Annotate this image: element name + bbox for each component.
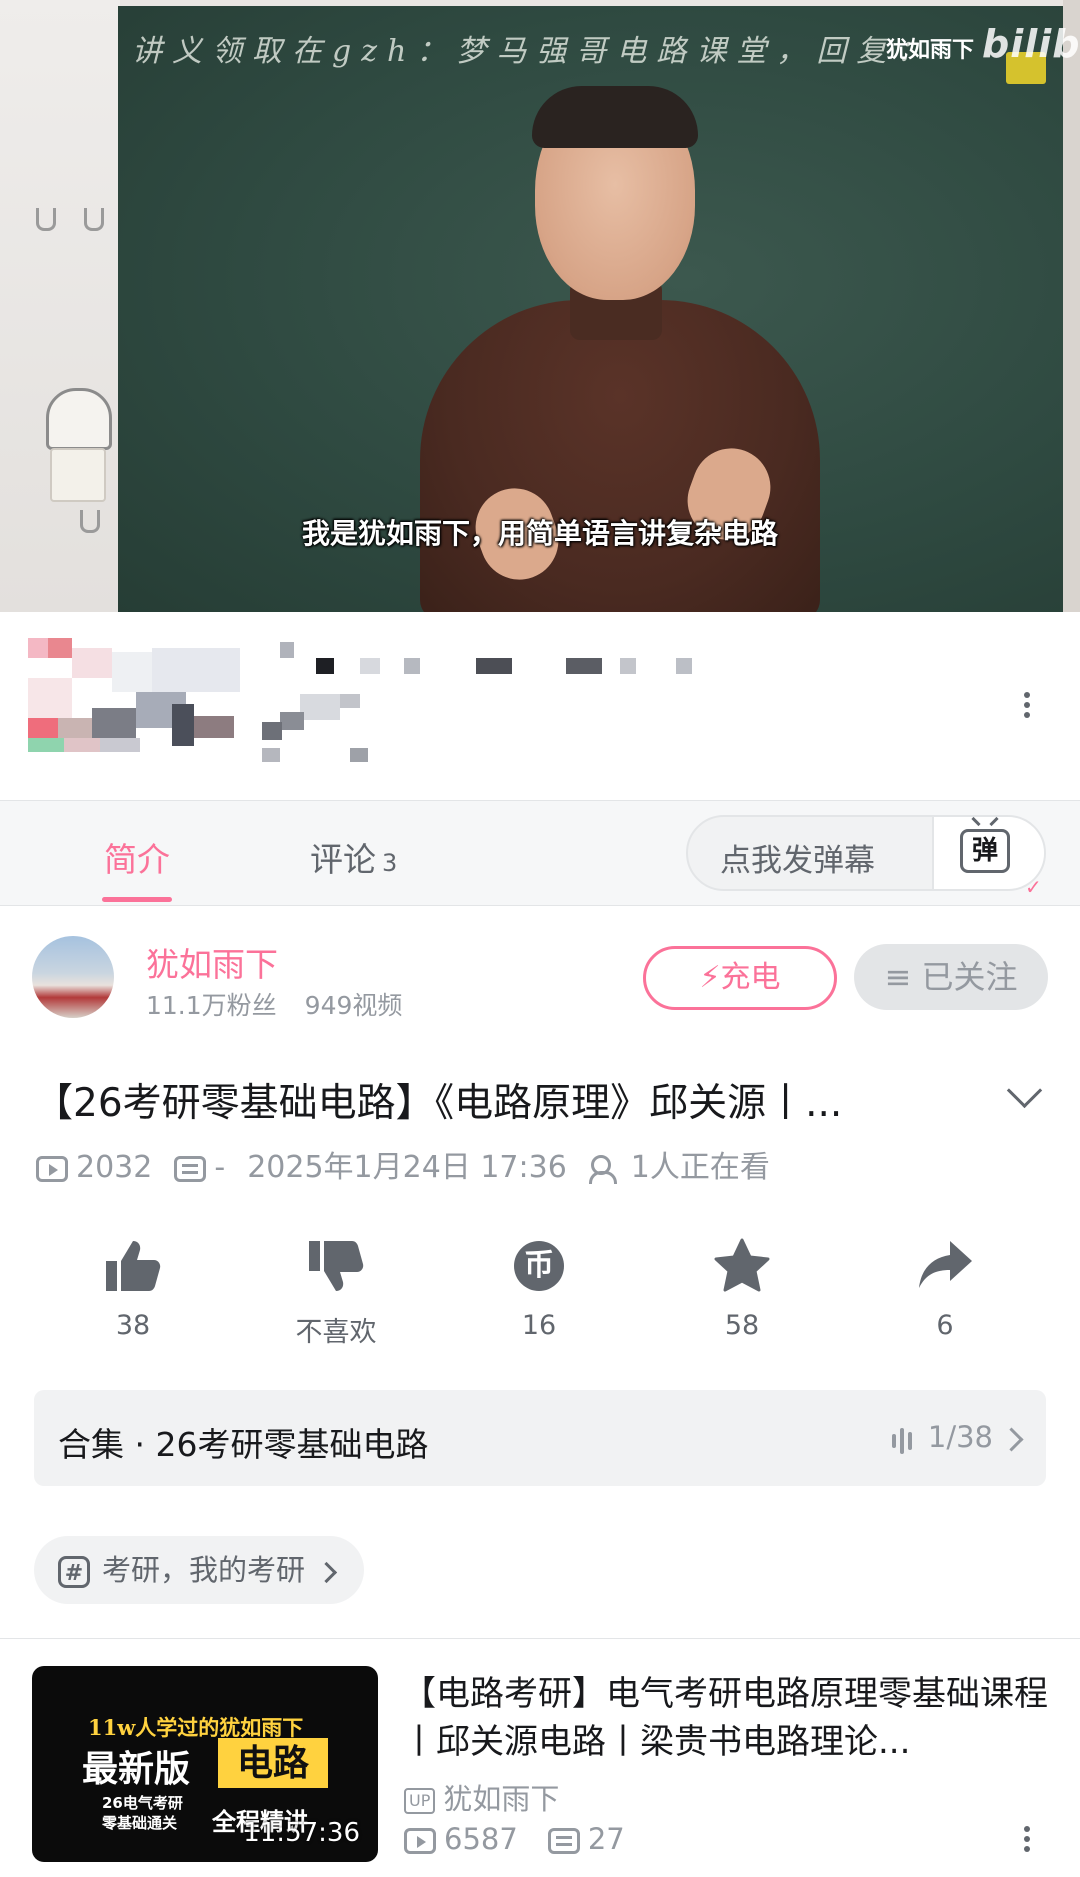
bilibili-logo: bilibili bbox=[982, 22, 1080, 66]
light-switch bbox=[50, 448, 106, 502]
danmaku-icon-glyph: 弹 bbox=[971, 836, 998, 866]
charge-button[interactable]: ⚡充电 bbox=[643, 946, 837, 1010]
video-duration: 11:57:36 bbox=[243, 1818, 360, 1848]
thumb-text-highlight: 电路 bbox=[218, 1738, 328, 1788]
publish-date: 2025年1月24日 17:36 bbox=[247, 1150, 567, 1185]
playlist-bars-icon bbox=[891, 1422, 916, 1456]
thumb-text-line4: 零基础通关 bbox=[102, 1814, 178, 1832]
play-count-icon bbox=[36, 1155, 68, 1182]
related-video-uploader[interactable]: UP 犹如雨下 bbox=[404, 1776, 559, 1818]
danmaku-settings-button[interactable]: 弹 ✓ bbox=[932, 817, 1044, 899]
related-uploader-name: 犹如雨下 bbox=[443, 1782, 560, 1816]
watching-people-icon bbox=[588, 1154, 623, 1184]
related-view-count: 6587 bbox=[444, 1822, 518, 1856]
expand-chevron-down-icon[interactable] bbox=[1006, 1072, 1043, 1109]
blurred-ad-banner[interactable] bbox=[0, 612, 1080, 798]
tab-comments-count: 3 bbox=[382, 849, 398, 877]
danmaku-count-icon bbox=[547, 1828, 580, 1854]
play-count-icon bbox=[404, 1828, 436, 1854]
follow-button[interactable]: ≡ 已关注 bbox=[854, 944, 1048, 1010]
danmaku-tv-icon: 弹 ✓ bbox=[960, 829, 1042, 899]
view-count: 2032 bbox=[76, 1150, 153, 1185]
coin-icon: 币 bbox=[514, 1241, 564, 1291]
uploader-avatar[interactable] bbox=[32, 936, 114, 1018]
presenter-hair bbox=[532, 86, 698, 148]
bear-sign bbox=[46, 388, 112, 450]
up-badge-icon: UP bbox=[404, 1788, 436, 1814]
lightning-icon: ⚡ bbox=[699, 960, 721, 995]
charge-label: 充电 bbox=[720, 960, 781, 995]
tab-comments-label: 评论 bbox=[310, 840, 376, 879]
share-count: 6 bbox=[936, 1310, 954, 1341]
coin-count: 16 bbox=[521, 1310, 557, 1341]
watching-count: 1人正在看 bbox=[630, 1150, 770, 1185]
thumb-text-line2: 最新版 bbox=[82, 1748, 191, 1790]
video-meta: 2032 -2025年1月24日 17:36 1人正在看 bbox=[36, 1142, 770, 1186]
favorite-button[interactable]: 58 bbox=[682, 1236, 802, 1341]
collection-label: 合集 · 26考研零基础电路 bbox=[58, 1425, 429, 1464]
video-player[interactable]: 讲义领取在gzh：梦马强哥电路课堂，回复： 犹如雨下 bilibili 我是犹如… bbox=[0, 0, 1080, 612]
dislike-button[interactable]: 不喜欢 bbox=[276, 1236, 396, 1349]
danmaku-input[interactable]: 点我发弹幕 弹 ✓ bbox=[686, 815, 1046, 899]
thumbs-up-icon bbox=[73, 1236, 193, 1296]
danmaku-placeholder: 点我发弹幕 bbox=[720, 843, 875, 879]
uploader-fans: 11.1万粉丝 bbox=[146, 991, 277, 1020]
danmaku-count-icon bbox=[174, 1155, 207, 1182]
related-video-stats: 6587 27 bbox=[404, 1822, 625, 1856]
share-button[interactable]: 6 bbox=[885, 1236, 1005, 1341]
board-note: 讲义领取在gzh：梦马强哥电路课堂，回复： bbox=[132, 34, 937, 69]
follow-label: 已关注 bbox=[921, 958, 1018, 996]
like-button[interactable]: 38 bbox=[73, 1236, 193, 1341]
related-video-title[interactable]: 【电路考研】电气考研电路原理零基础课程丨邱关源电路丨梁贵书电路理论... bbox=[402, 1670, 1050, 1766]
related-video-thumbnail[interactable]: 11w人学过的犹如雨下 最新版 电路 26电气考研 零基础通关 全程精讲 11:… bbox=[32, 1666, 378, 1862]
danmaku-count: - bbox=[214, 1150, 226, 1185]
wall-hook bbox=[36, 208, 56, 231]
menu-lines-icon: ≡ bbox=[884, 958, 922, 996]
hashtag-icon: # bbox=[58, 1556, 90, 1588]
favorite-count: 58 bbox=[724, 1310, 760, 1341]
chevron-right-icon bbox=[315, 1561, 338, 1583]
detail-tab-bar: 简介 评论 3 点我发弹幕 弹 ✓ bbox=[0, 800, 1080, 906]
tab-intro[interactable]: 简介 bbox=[104, 833, 170, 881]
presenter-body bbox=[420, 300, 820, 612]
thumb-text-line3: 26电气考研 bbox=[102, 1794, 183, 1812]
wall-hook bbox=[84, 208, 104, 231]
uploader-stats: 11.1万粉丝 949视频 bbox=[146, 986, 402, 1022]
section-divider bbox=[0, 1638, 1080, 1639]
thumbs-down-icon bbox=[276, 1236, 396, 1296]
tab-comments[interactable]: 评论 3 bbox=[310, 833, 397, 881]
collection-card[interactable]: 合集 · 26考研零基础电路 1/38 bbox=[34, 1390, 1046, 1486]
video-title: 【26考研零基础电路】《电路原理》邱关源丨... bbox=[34, 1081, 843, 1126]
chevron-right-icon bbox=[999, 1426, 1024, 1452]
share-arrow-icon bbox=[885, 1236, 1005, 1296]
collection-progress: 1/38 bbox=[927, 1420, 993, 1454]
uploader-name[interactable]: 犹如雨下 bbox=[146, 938, 278, 986]
topic-tag[interactable]: # 考研，我的考研 bbox=[34, 1536, 365, 1604]
tab-active-indicator bbox=[102, 897, 172, 902]
dislike-label: 不喜欢 bbox=[295, 1317, 377, 1348]
related-more-options-icon[interactable] bbox=[1012, 1822, 1042, 1856]
coin-button[interactable]: 币 16 bbox=[479, 1236, 599, 1341]
video-subtitle: 我是犹如雨下，用简单语言讲复杂电路 bbox=[301, 517, 778, 550]
uploader-watermark: 犹如雨下 bbox=[886, 38, 975, 63]
more-options-icon[interactable] bbox=[1012, 688, 1042, 722]
collection-progress-area: 1/38 bbox=[891, 1420, 1024, 1456]
topic-tag-label: 考研，我的考研 bbox=[102, 1553, 306, 1587]
star-icon bbox=[682, 1236, 802, 1296]
like-count: 38 bbox=[115, 1310, 151, 1341]
uploader-video-count: 949视频 bbox=[304, 991, 403, 1020]
related-danmaku-count: 27 bbox=[587, 1822, 625, 1856]
